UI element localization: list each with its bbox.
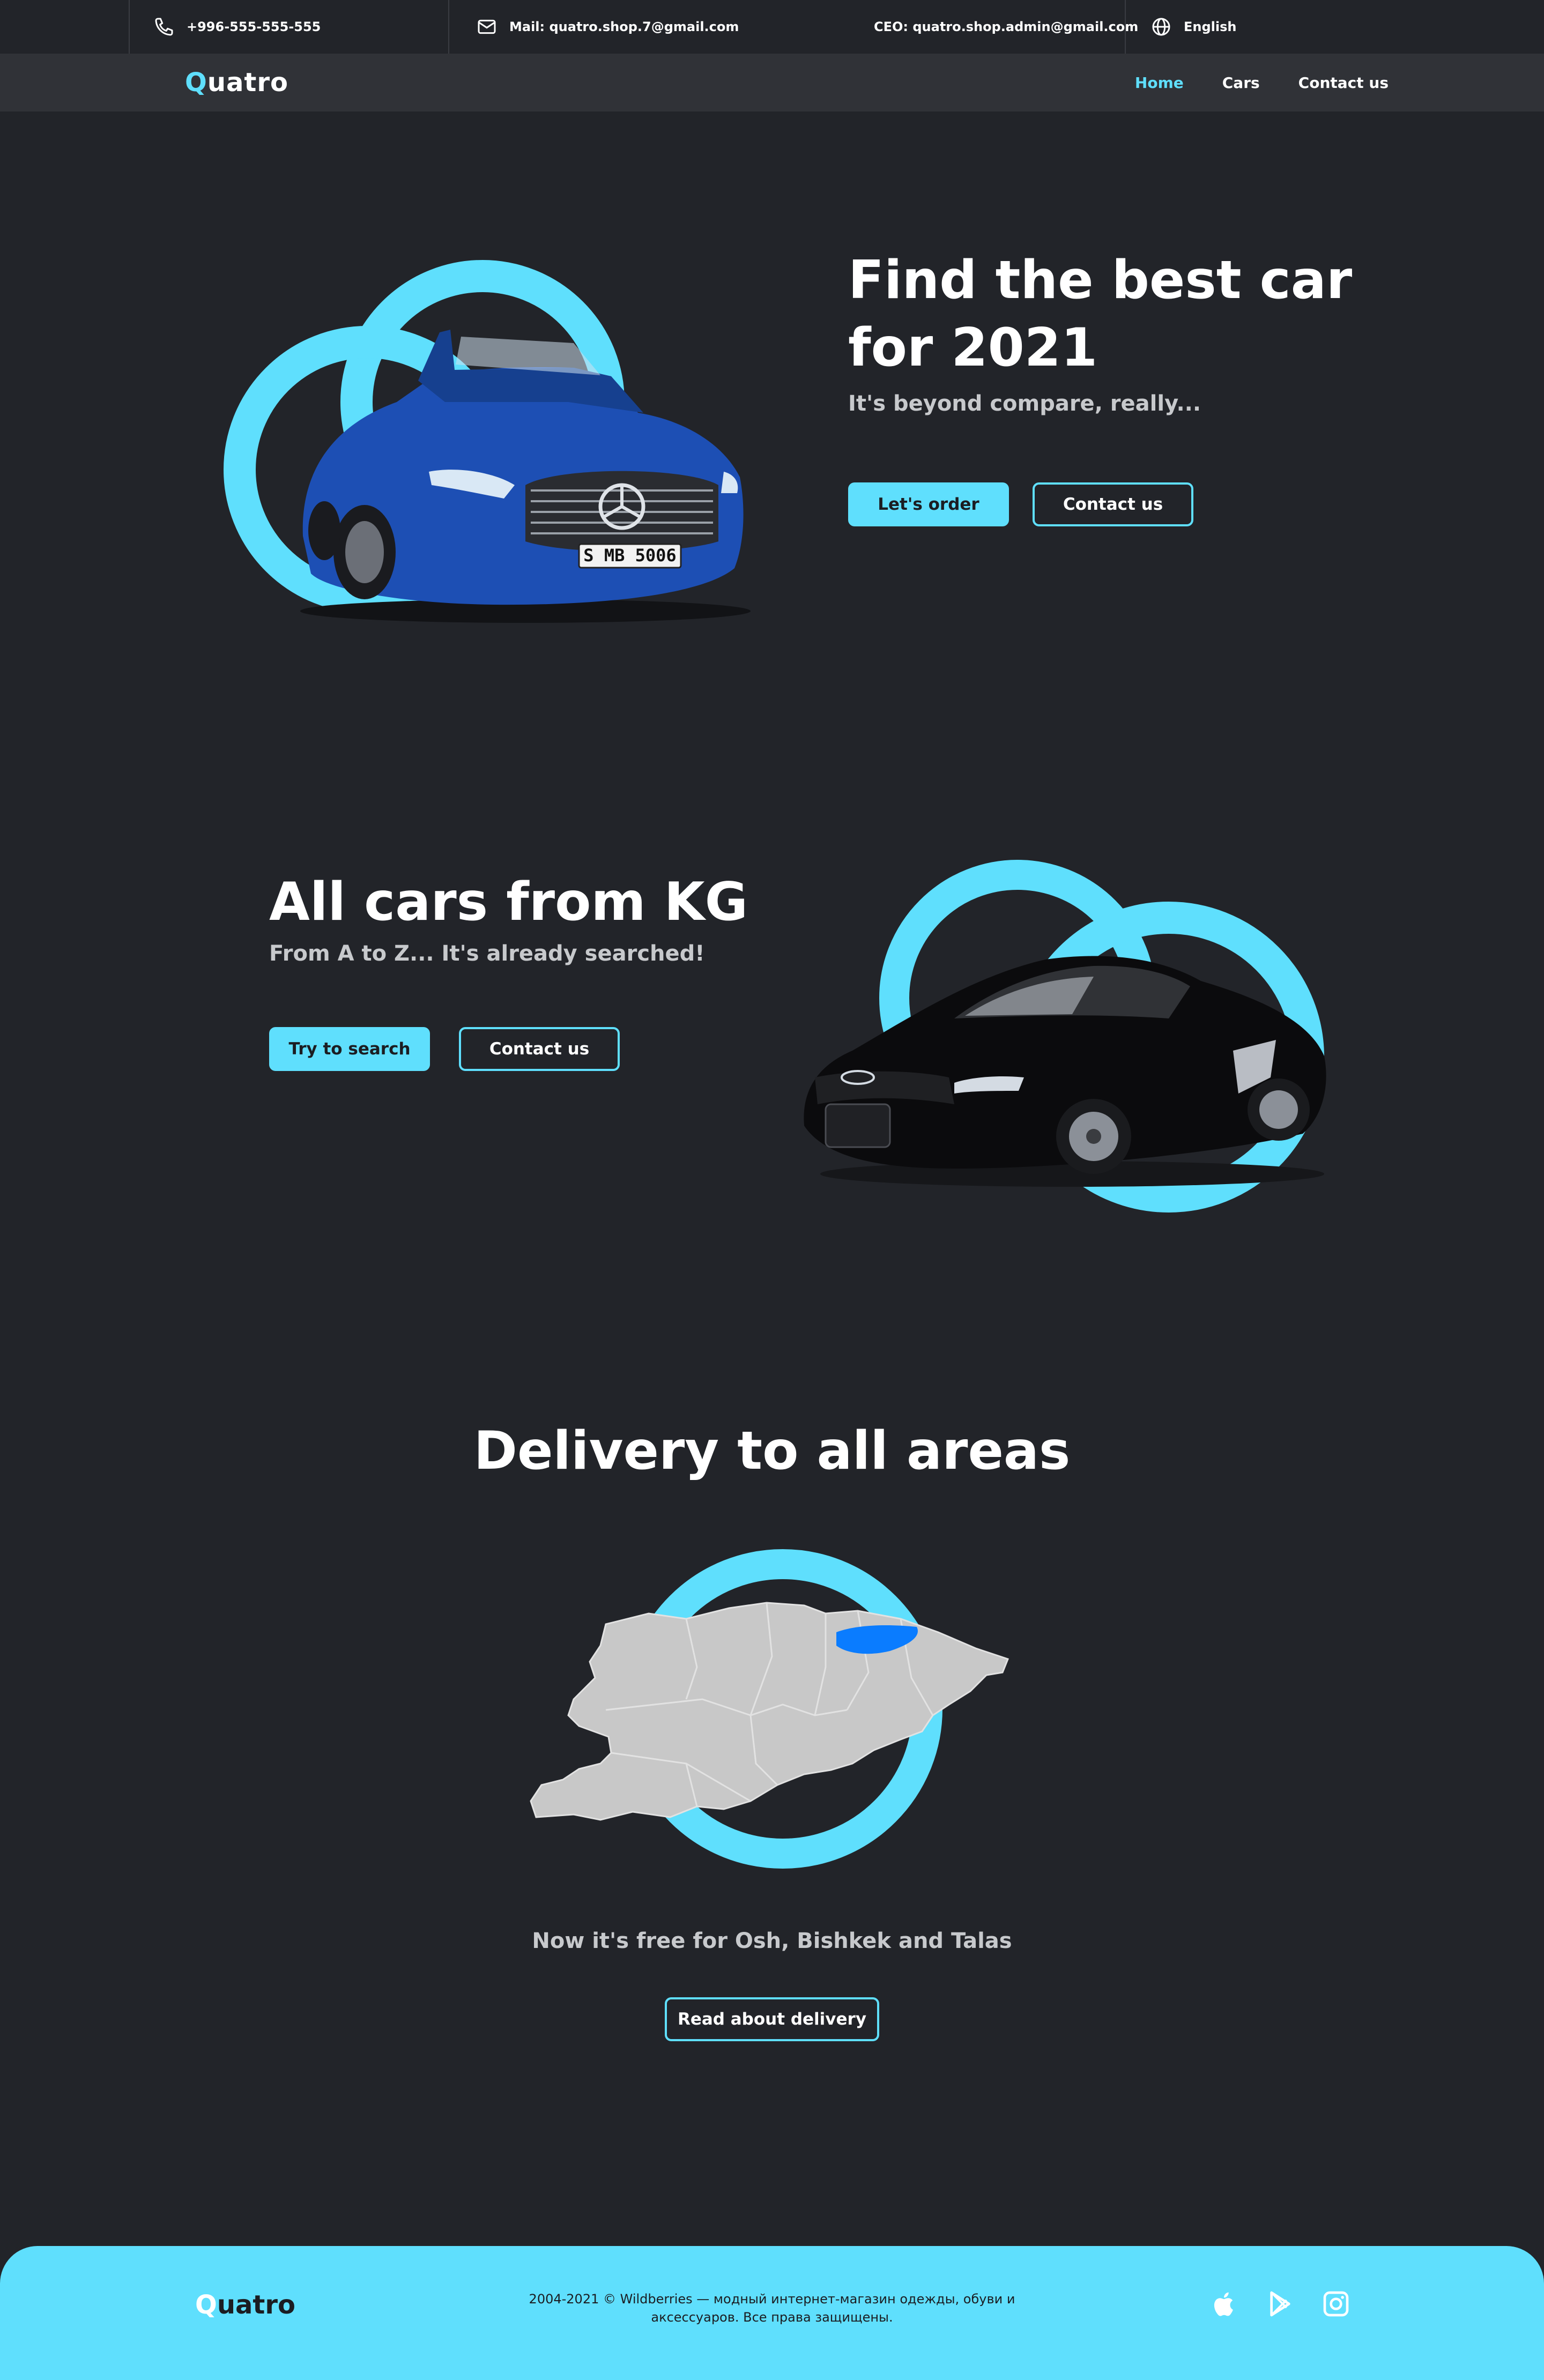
hero-car-illustration: S MB 5006 xyxy=(224,260,751,623)
hero-contact-us-button[interactable]: Contact us xyxy=(1033,482,1193,526)
read-about-delivery-button[interactable]: Read about delivery xyxy=(665,1997,879,2041)
language-selector[interactable]: English xyxy=(1150,0,1236,54)
ceo-contact[interactable]: CEO: quatro.shop.admin@gmail.com xyxy=(874,0,1138,54)
main-nav: Quatro Home Cars Contact us xyxy=(0,54,1544,111)
google-play-icon[interactable] xyxy=(1265,2289,1295,2319)
nav-link-cars[interactable]: Cars xyxy=(1222,74,1260,92)
divider xyxy=(129,0,130,54)
hero-subtitle: It's beyond compare, really... xyxy=(848,391,1201,416)
ceo-address: CEO: quatro.shop.admin@gmail.com xyxy=(874,19,1139,34)
footer: Quatro 2004-2021 © Wildberries — модный … xyxy=(0,2246,1544,2380)
logo[interactable]: Quatro xyxy=(185,54,288,111)
sports-car-illustration xyxy=(804,860,1326,1213)
kyrgyzstan-map xyxy=(530,1602,1009,1821)
mail-contact[interactable]: Mail: quatro.shop.7@gmail.com xyxy=(476,0,739,54)
nav-link-contact[interactable]: Contact us xyxy=(1298,74,1389,92)
delivery-subtitle: Now it's free for Osh, Bishkek and Talas xyxy=(532,1929,1012,1953)
mail-icon xyxy=(478,19,496,34)
cars-contact-us-button[interactable]: Contact us xyxy=(459,1027,620,1071)
cars-section-subtitle: From A to Z... It's already searched! xyxy=(269,941,705,966)
footer-logo[interactable]: Quatro xyxy=(195,2290,295,2320)
footer-logo-text: uatro xyxy=(217,2290,295,2320)
phone-number: +996-555-555-555 xyxy=(187,19,321,34)
phone-icon xyxy=(155,18,173,36)
try-to-search-button[interactable]: Try to search xyxy=(269,1027,430,1071)
logo-q: Q xyxy=(185,68,207,98)
cars-section-title: All cars from KG xyxy=(269,872,748,933)
instagram-icon[interactable] xyxy=(1321,2289,1351,2319)
logo-text: uatro xyxy=(207,68,288,98)
kyrgyzstan-map-illustration xyxy=(530,1549,1009,1869)
nav-link-home[interactable]: Home xyxy=(1135,74,1184,92)
social-links xyxy=(1209,2289,1351,2319)
divider xyxy=(448,0,449,54)
footer-logo-q: Q xyxy=(195,2290,217,2320)
apple-icon[interactable] xyxy=(1209,2289,1239,2319)
license-plate: S MB 5006 xyxy=(583,545,676,566)
nav-links: Home Cars Contact us xyxy=(1135,54,1389,111)
lets-order-button[interactable]: Let's order xyxy=(848,482,1009,526)
footer-copyright: 2004-2021 © Wildberries — модный интерне… xyxy=(529,2292,1015,2325)
hero-title-line2: for 2021 xyxy=(848,317,1098,378)
delivery-title: Delivery to all areas xyxy=(473,1420,1071,1482)
language-label: English xyxy=(1184,19,1237,34)
globe-icon xyxy=(1152,18,1170,36)
top-info-bar: +996-555-555-555 Mail: quatro.shop.7@gma… xyxy=(0,0,1544,54)
mail-address: Mail: quatro.shop.7@gmail.com xyxy=(509,19,739,34)
hero-title: Find the best car for 2021 xyxy=(848,247,1352,382)
phone-contact[interactable]: +996-555-555-555 xyxy=(153,0,321,54)
hero-title-line1: Find the best car xyxy=(848,250,1353,311)
